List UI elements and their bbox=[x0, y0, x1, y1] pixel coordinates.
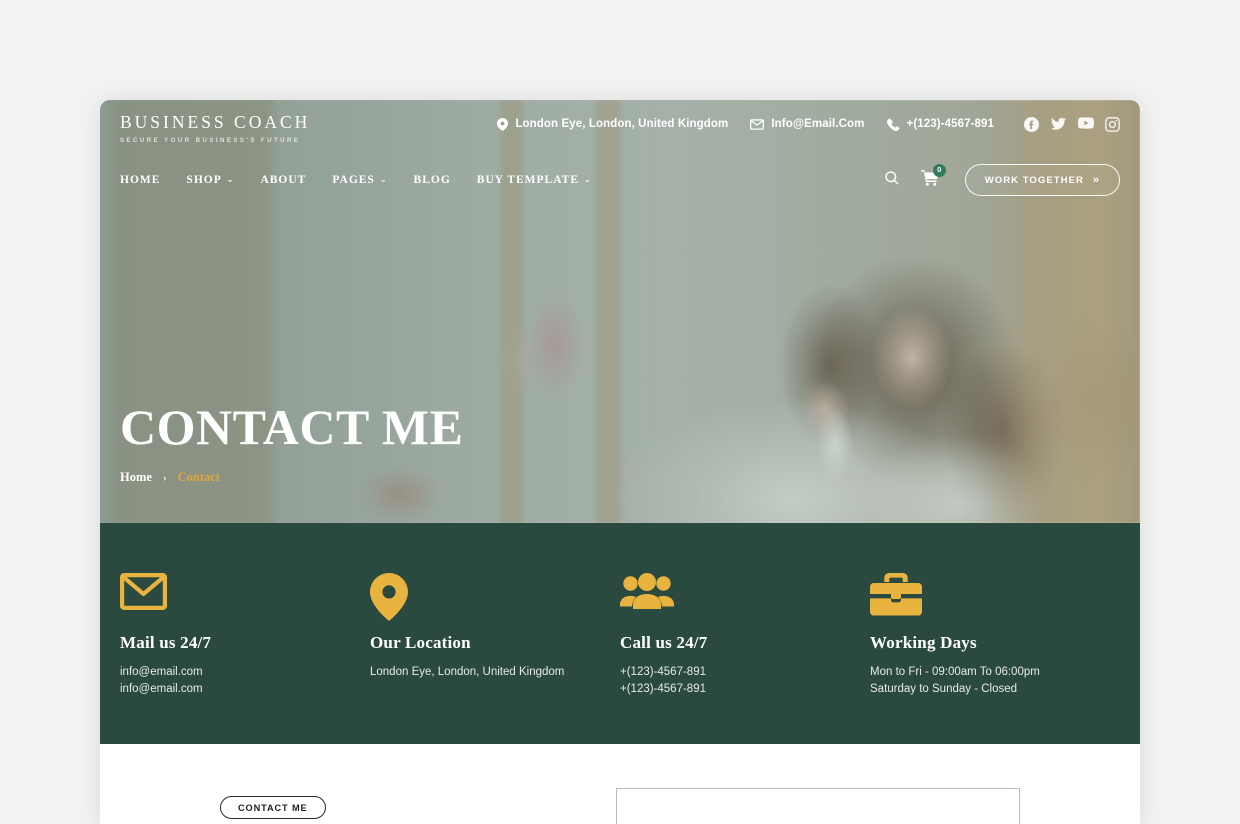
breadcrumb: Home › Contact bbox=[120, 470, 463, 485]
nav-item-home-label: HOME bbox=[120, 174, 161, 186]
site-logo[interactable]: BUSINESS COACH SECURE YOUR BUSINESS'S FU… bbox=[120, 112, 311, 144]
nav-item-buy-template[interactable]: BUY TEMPLATE ⌄ bbox=[477, 174, 592, 186]
hero-text-block: CONTACT ME Home › Contact bbox=[120, 402, 463, 485]
youtube-icon[interactable] bbox=[1078, 116, 1094, 132]
topbar-location[interactable]: London Eye, London, United Kingdom bbox=[497, 117, 729, 131]
twitter-icon[interactable] bbox=[1051, 117, 1066, 132]
info-column-mail: Mail us 24/7 info@email.com info@email.c… bbox=[120, 573, 370, 744]
topbar-email[interactable]: Info@Email.Com bbox=[750, 118, 864, 130]
nav-item-shop[interactable]: SHOP ⌄ bbox=[186, 174, 234, 186]
topbar-location-text: London Eye, London, United Kingdom bbox=[515, 118, 729, 130]
topbar-phone-text: +(123)-4567-891 bbox=[906, 118, 994, 130]
nav-item-about[interactable]: ABOUT bbox=[260, 174, 306, 186]
breadcrumb-home-link[interactable]: Home bbox=[120, 470, 152, 485]
name-input[interactable] bbox=[616, 788, 1020, 824]
contact-info-strip: Mail us 24/7 info@email.com info@email.c… bbox=[100, 523, 1140, 744]
map-pin-icon bbox=[497, 117, 509, 131]
chevron-down-icon: ⌄ bbox=[379, 175, 388, 184]
info-column-location: Our Location London Eye, London, United … bbox=[370, 573, 620, 744]
info-title-location: Our Location bbox=[370, 633, 471, 652]
logo-tagline-text: SECURE YOUR BUSINESS'S FUTURE bbox=[120, 136, 301, 144]
cart-count-badge: 0 bbox=[932, 163, 946, 177]
nav-item-pages-label: PAGES bbox=[332, 174, 375, 186]
breadcrumb-separator-icon: › bbox=[162, 471, 167, 484]
nav-item-blog[interactable]: BLOG bbox=[414, 174, 451, 186]
info-line-call-1[interactable]: +(123)-4567-891 bbox=[620, 664, 848, 681]
info-column-call: Call us 24/7 +(123)-4567-891 +(123)-4567… bbox=[620, 573, 870, 744]
info-line-mail-2[interactable]: info@email.com bbox=[120, 681, 348, 698]
social-links bbox=[1024, 116, 1120, 132]
nav-item-home[interactable]: HOME bbox=[120, 174, 160, 186]
cart-icon[interactable]: 0 bbox=[920, 163, 946, 191]
nav-item-buy-template-label: BUY TEMPLATE bbox=[476, 174, 579, 186]
briefcase-icon bbox=[870, 573, 1098, 619]
navbar-actions: 0 WORK TOGETHER » bbox=[885, 163, 1120, 196]
people-group-icon bbox=[620, 573, 848, 619]
work-together-label: WORK TOGETHER bbox=[984, 174, 1084, 186]
nav-links: HOME SHOP ⌄ ABOUT PAGES ⌄ BLOG BUY TEMPL bbox=[120, 174, 592, 186]
info-line-working-days-2: Saturday to Sunday - Closed bbox=[870, 682, 1018, 695]
double-chevron-right-icon: » bbox=[1092, 173, 1100, 186]
contact-me-pill-label[interactable]: CONTACT ME bbox=[220, 796, 326, 819]
envelope-icon bbox=[750, 118, 765, 130]
info-line-call-2[interactable]: +(123)-4567-891 bbox=[620, 681, 848, 698]
info-line-location-1: London Eye, London, United Kingdom bbox=[370, 666, 565, 678]
page-title: CONTACT ME bbox=[120, 399, 464, 455]
envelope-icon bbox=[120, 573, 348, 619]
nav-item-blog-label: BLOG bbox=[413, 174, 451, 186]
info-line-working-days-1: Mon to Fri - 09:00am To 06:00pm bbox=[870, 666, 1040, 678]
nav-item-about-label: ABOUT bbox=[260, 174, 307, 186]
info-title-working-days: Working Days bbox=[870, 633, 977, 652]
hero-banner: London Eye, London, United Kingdom Info@… bbox=[100, 100, 1140, 523]
work-together-button[interactable]: WORK TOGETHER » bbox=[964, 164, 1120, 196]
main-navbar: HOME SHOP ⌄ ABOUT PAGES ⌄ BLOG BUY TEMPL bbox=[100, 156, 1140, 204]
topbar-email-text: Info@Email.Com bbox=[771, 118, 865, 130]
instagram-icon[interactable] bbox=[1105, 116, 1120, 132]
chevron-down-icon: ⌄ bbox=[583, 175, 592, 184]
page-canvas: London Eye, London, United Kingdom Info@… bbox=[100, 100, 1140, 824]
phone-icon bbox=[886, 118, 900, 131]
facebook-icon[interactable] bbox=[1024, 116, 1039, 132]
nav-item-shop-label: SHOP bbox=[186, 174, 222, 186]
logo-brand-text: BUSINESS COACH bbox=[120, 112, 311, 132]
search-icon[interactable] bbox=[885, 170, 899, 190]
breadcrumb-current-page: Contact bbox=[177, 470, 220, 484]
contact-form-section: CONTACT ME bbox=[100, 744, 1140, 824]
nav-item-pages[interactable]: PAGES ⌄ bbox=[332, 174, 387, 186]
info-line-mail-1[interactable]: info@email.com bbox=[120, 664, 348, 681]
info-title-mail: Mail us 24/7 bbox=[120, 633, 212, 652]
topbar-phone[interactable]: +(123)-4567-891 bbox=[886, 118, 995, 131]
info-title-call: Call us 24/7 bbox=[620, 633, 708, 652]
map-pin-icon bbox=[370, 573, 598, 621]
chevron-down-icon: ⌄ bbox=[226, 175, 235, 184]
info-column-working-days: Working Days Mon to Fri - 09:00am To 06:… bbox=[870, 573, 1120, 744]
